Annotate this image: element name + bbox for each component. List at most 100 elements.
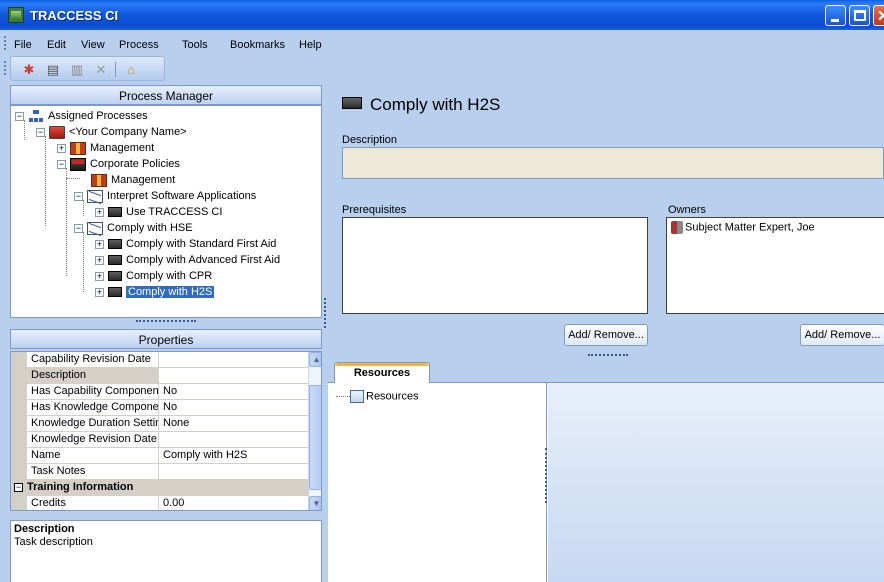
scroll-thumb[interactable] — [309, 385, 321, 490]
property-row[interactable]: Has Knowledge Componer No — [11, 400, 308, 416]
menu-tools[interactable]: Tools — [182, 39, 208, 51]
maximize-button[interactable] — [849, 5, 870, 26]
task-icon — [342, 97, 362, 109]
property-value[interactable] — [161, 352, 308, 368]
description-field[interactable] — [342, 147, 884, 179]
property-value[interactable] — [161, 464, 308, 480]
property-row[interactable]: Knowledge Duration Settin None — [11, 416, 308, 432]
property-value[interactable]: 0.00 — [161, 496, 308, 510]
minimize-icon — [831, 19, 839, 22]
copy-icon[interactable]: ▥ — [69, 62, 85, 78]
tree-node-interpret-software[interactable]: − Interpret Software Applications — [74, 188, 256, 204]
tree-line — [45, 136, 46, 226]
expand-icon[interactable]: + — [57, 143, 66, 153]
property-row[interactable]: Knowledge Revision Date — [11, 432, 308, 448]
expand-icon[interactable]: + — [95, 239, 104, 249]
left-splitter[interactable] — [10, 319, 322, 325]
tree-node-corporate-policies[interactable]: − Corporate Policies — [57, 156, 180, 172]
collapse-icon[interactable]: − — [36, 127, 45, 137]
property-value[interactable] — [161, 432, 308, 448]
property-value[interactable] — [161, 368, 308, 384]
menu-help[interactable]: Help — [299, 39, 322, 51]
property-name: Name — [11, 448, 159, 464]
delete-icon[interactable]: ✕ — [93, 62, 109, 78]
menu-view[interactable]: View — [81, 39, 105, 51]
property-value[interactable]: No — [161, 400, 308, 416]
collapse-icon[interactable]: − — [15, 111, 24, 121]
owners-add-remove-button[interactable]: Add/ Remove... — [800, 324, 884, 346]
prerequisites-list[interactable] — [342, 217, 648, 314]
owners-list[interactable]: Subject Matter Expert, Joe — [666, 217, 884, 314]
collapse-icon[interactable]: − — [57, 159, 66, 169]
detail-title-text: Comply with H2S — [370, 95, 501, 114]
property-value[interactable]: Comply with H2S — [161, 448, 308, 464]
tree-node-company[interactable]: − <Your Company Name> — [36, 124, 187, 140]
toolbar-separator — [115, 62, 116, 77]
expand-icon[interactable]: + — [95, 287, 104, 297]
tree-node-advanced-first-aid[interactable]: + Comply with Advanced First Aid — [95, 252, 280, 268]
task-icon — [108, 255, 122, 266]
prerequisites-label: Prerequisites — [342, 204, 407, 216]
process-tree[interactable]: − Assigned Processes − <Your Company Name>… — [10, 105, 322, 318]
prerequisites-add-remove-button[interactable]: Add/ Remove... — [564, 324, 648, 346]
task-icon — [108, 207, 122, 218]
tree-node-management[interactable]: + Management — [57, 140, 154, 156]
tree-node-cpr[interactable]: + Comply with CPR — [95, 268, 212, 284]
toolbar-grip — [4, 61, 6, 75]
property-name: Capability Revision Date — [11, 352, 159, 368]
minimize-button[interactable] — [825, 5, 846, 26]
menu-edit[interactable]: Edit — [47, 39, 66, 51]
splitter-grip — [324, 298, 326, 328]
property-row[interactable]: Name Comply with H2S — [11, 448, 308, 464]
property-category[interactable]: − Training Information — [11, 480, 308, 496]
tree-node-h2s[interactable]: + Comply with H2S — [95, 284, 215, 300]
properties-header: Properties — [10, 329, 322, 349]
tab-resources[interactable]: Resources — [334, 362, 430, 384]
list-item[interactable]: Subject Matter Expert, Joe — [671, 221, 815, 234]
property-description-text: Task description — [14, 536, 93, 548]
property-value[interactable]: No — [161, 384, 308, 400]
close-button[interactable]: ✕ — [873, 5, 884, 26]
tree-node-comply-hse[interactable]: − Comply with HSE — [74, 220, 193, 236]
tree-node-label: Resources — [366, 390, 419, 403]
tree-node-management-policy[interactable]: Management — [91, 172, 175, 188]
title-bar: TRACCESS CI ✕ — [0, 0, 884, 30]
property-row[interactable]: Has Capability Component No — [11, 384, 308, 400]
window-title: TRACCESS CI — [30, 8, 119, 23]
tree-node-assigned-processes[interactable]: − Assigned Processes — [15, 108, 148, 124]
property-name: Credits — [11, 496, 159, 510]
resources-detail — [548, 383, 884, 582]
tree-node-resources[interactable]: Resources — [336, 390, 419, 403]
add-icon[interactable]: ✱ — [21, 62, 37, 78]
app-icon — [8, 7, 24, 23]
new-document-icon[interactable]: ▤ — [45, 62, 61, 78]
resources-icon — [350, 390, 364, 403]
expand-icon[interactable]: + — [95, 271, 104, 281]
property-scrollbar[interactable]: ▲ ▼ — [308, 352, 321, 510]
menu-file[interactable]: File — [14, 39, 32, 51]
description-label: Description — [342, 134, 398, 146]
property-row[interactable]: Credits 0.00 — [11, 496, 308, 510]
tree-node-standard-first-aid[interactable]: + Comply with Standard First Aid — [95, 236, 276, 252]
tree-node-use-traccess[interactable]: + Use TRACCESS CI — [95, 204, 222, 220]
expand-icon[interactable]: + — [95, 255, 104, 265]
owner-name: Subject Matter Expert, Joe — [685, 221, 815, 234]
property-value[interactable]: None — [161, 416, 308, 432]
owners-label: Owners — [668, 204, 706, 216]
property-row[interactable]: Task Notes — [11, 464, 308, 480]
property-row[interactable]: Description — [11, 368, 308, 384]
menu-bookmarks[interactable]: Bookmarks — [230, 39, 285, 51]
user-icon — [671, 221, 683, 234]
process-icon — [87, 221, 103, 235]
property-grid[interactable]: Capability Revision Date Description Has… — [10, 351, 322, 511]
collapse-icon[interactable]: − — [74, 223, 83, 233]
menu-process[interactable]: Process — [119, 39, 159, 51]
resources-tree[interactable]: Resources — [328, 383, 547, 582]
scroll-down-icon[interactable]: ▼ — [309, 496, 321, 510]
property-row[interactable]: Capability Revision Date — [11, 352, 308, 368]
scroll-up-icon[interactable]: ▲ — [309, 352, 321, 367]
property-description-panel: Description Task description — [10, 520, 322, 582]
expand-icon[interactable]: + — [95, 207, 104, 217]
home-icon[interactable]: ⌂ — [123, 62, 139, 78]
collapse-icon[interactable]: − — [74, 191, 83, 201]
